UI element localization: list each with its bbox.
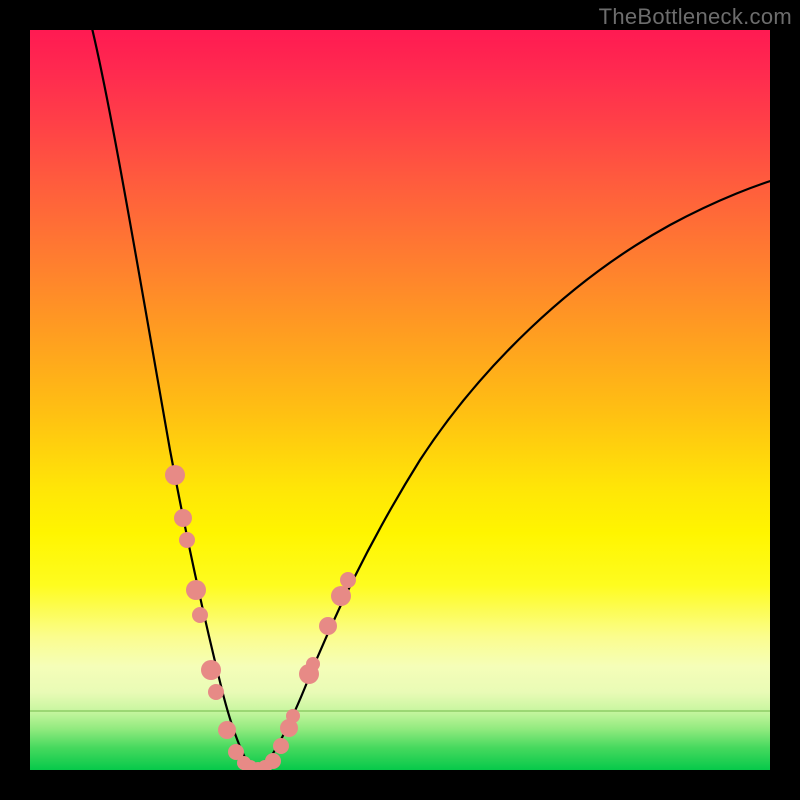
highlight-markers-left xyxy=(165,465,251,770)
curve-right-branch xyxy=(262,178,770,768)
chart-svg xyxy=(30,30,770,770)
plot-area xyxy=(30,30,770,770)
highlight-markers-bottom xyxy=(242,753,281,770)
watermark-text: TheBottleneck.com xyxy=(599,4,792,30)
curve-left-branch xyxy=(90,30,252,768)
chart-frame: TheBottleneck.com xyxy=(0,0,800,800)
highlight-markers-right xyxy=(273,572,356,754)
